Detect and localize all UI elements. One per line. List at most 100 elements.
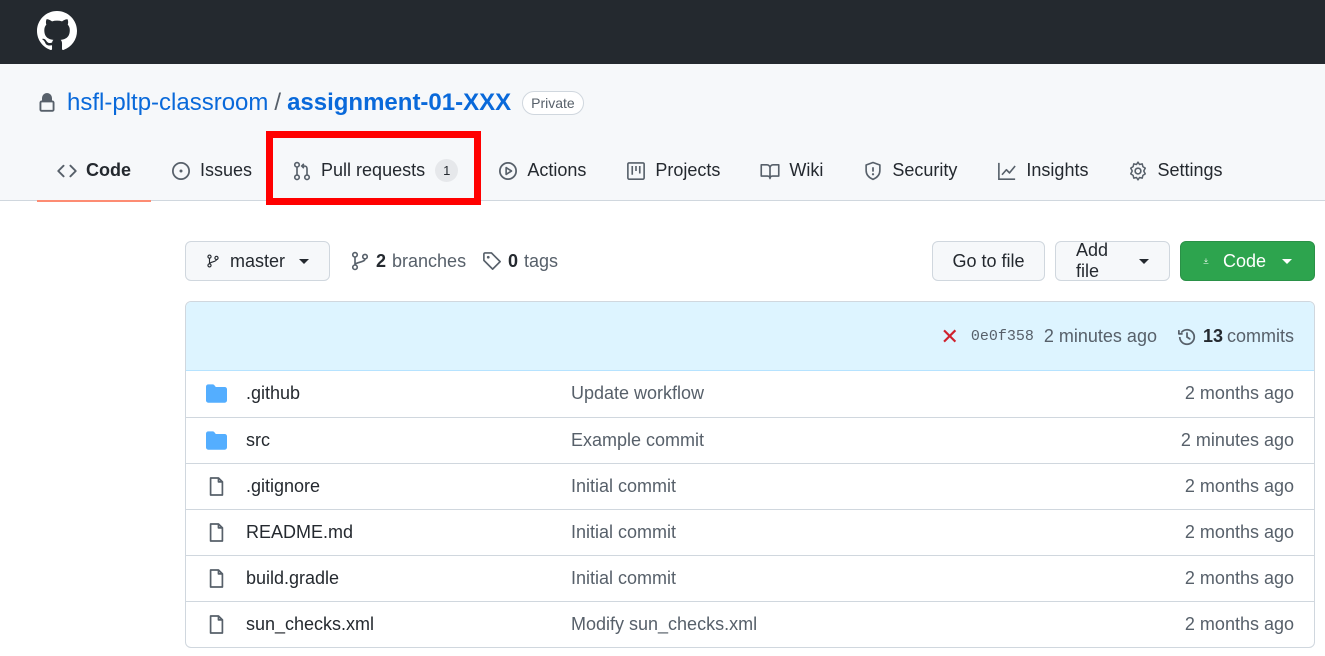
tab-code[interactable]: Code — [37, 140, 151, 202]
branch-name: master — [229, 250, 285, 271]
commit-age: 2 months ago — [1184, 522, 1294, 542]
file-name-link[interactable]: README.md — [246, 522, 353, 543]
ci-failed-x-icon[interactable]: ✕ — [940, 324, 958, 350]
code-download-button[interactable]: Code — [1180, 241, 1315, 281]
table-icon — [627, 161, 646, 180]
tags-link[interactable]: 0 tags — [482, 241, 558, 281]
file-icon — [209, 477, 224, 496]
visibility-badge: Private — [522, 91, 584, 115]
commit-age: 2 months ago — [1184, 568, 1294, 588]
tab-wiki[interactable]: Wiki — [740, 140, 843, 201]
history-icon — [1177, 328, 1196, 345]
lock-icon — [39, 93, 55, 112]
file-name-link[interactable]: src — [246, 430, 270, 451]
commits-label: commits — [1227, 326, 1294, 346]
file-row: .github Update workflow 2 months ago — [186, 371, 1314, 417]
tab-settings[interactable]: Settings — [1108, 140, 1242, 201]
file-icon — [209, 615, 224, 634]
commit-message-link[interactable]: Initial commit — [571, 476, 676, 497]
repo-title: hsfl-pltp-classroom / assignment-01-XXX … — [37, 88, 584, 118]
gear-icon — [1130, 160, 1147, 181]
tag-icon — [483, 252, 501, 270]
play-icon — [499, 161, 518, 180]
tab-label: Wiki — [789, 160, 824, 180]
tags-label: tags — [524, 250, 559, 271]
commits-count: 13 — [1202, 326, 1223, 346]
tab-label: Code — [86, 160, 131, 180]
shield-icon — [865, 161, 882, 180]
global-header — [0, 0, 1325, 64]
tab-label: Pull requests — [321, 160, 426, 180]
file-row: build.gradle Initial commit 2 months ago — [186, 555, 1314, 601]
tab-label: Insights — [1026, 160, 1089, 180]
commit-age: 2 months ago — [1184, 383, 1294, 403]
issue-opened-icon — [172, 161, 190, 180]
tab-security[interactable]: Security — [843, 140, 977, 201]
commit-message-link[interactable]: Example commit — [571, 430, 704, 451]
commit-message-link[interactable]: Initial commit — [571, 522, 676, 543]
file-icon — [209, 569, 224, 588]
repo-owner-link[interactable]: hsfl-pltp-classroom — [67, 89, 268, 117]
tab-actions[interactable]: Actions — [478, 140, 606, 201]
tab-label: Settings — [1157, 160, 1223, 180]
commits-history-link[interactable]: 13 commits — [1177, 326, 1294, 347]
file-icon — [209, 523, 224, 542]
commit-age: 2 months ago — [1184, 476, 1294, 496]
repo-toolbar: master 2 branches 0 tags Go to file Add … — [185, 240, 1315, 281]
branches-label: branches — [392, 250, 467, 271]
folder-icon — [206, 431, 227, 450]
file-name-link[interactable]: .gitignore — [246, 476, 320, 497]
go-to-file-label: Go to file — [952, 250, 1025, 271]
repo-name-link[interactable]: assignment-01-XXX — [287, 89, 511, 117]
graph-icon — [998, 162, 1017, 180]
file-list: .github Update workflow 2 months ago src… — [186, 371, 1314, 647]
tab-label: Issues — [200, 160, 253, 180]
tags-count: 0 — [508, 250, 519, 271]
file-browser: ✕ 0e0f358 2 minutes ago 13 commits .gith… — [185, 301, 1315, 648]
add-file-button[interactable]: Add file — [1055, 240, 1170, 281]
download-icon — [1203, 258, 1209, 264]
repository-header: hsfl-pltp-classroom / assignment-01-XXX … — [0, 64, 1325, 202]
commit-message-link[interactable]: Update workflow — [571, 383, 704, 404]
tab-label: Projects — [655, 160, 721, 180]
folder-icon — [206, 384, 227, 403]
tab-label: Security — [892, 160, 958, 180]
tab-pull-requests[interactable]: Pull requests 1 — [272, 140, 478, 201]
commit-sha-link[interactable]: 0e0f358 — [971, 328, 1034, 345]
go-to-file-button[interactable]: Go to file — [932, 241, 1045, 281]
github-mark-icon[interactable] — [37, 11, 77, 51]
commit-age: 2 minutes ago — [1180, 430, 1294, 450]
file-row: README.md Initial commit 2 months ago — [186, 509, 1314, 555]
chevron-down-icon — [1282, 258, 1292, 264]
file-row: src Example commit 2 minutes ago — [186, 417, 1314, 463]
latest-commit-bar: ✕ 0e0f358 2 minutes ago 13 commits — [186, 302, 1314, 371]
commit-message-link[interactable]: Modify sun_checks.xml — [571, 614, 757, 635]
branch-select-button[interactable]: master — [185, 241, 330, 281]
git-branch-icon — [351, 251, 369, 271]
pull-requests-count-badge: 1 — [435, 159, 459, 182]
book-icon — [760, 163, 780, 179]
branches-link[interactable]: 2 branches — [350, 241, 466, 281]
tab-label: Actions — [527, 160, 587, 180]
file-row: .gitignore Initial commit 2 months ago — [186, 463, 1314, 509]
chevron-down-icon — [299, 258, 309, 264]
file-name-link[interactable]: .github — [246, 383, 300, 404]
git-pull-request-icon — [293, 161, 311, 180]
git-branch-icon — [207, 254, 219, 268]
repo-nav-tabs: Code Issues Pull requests 1 Actions Proj… — [37, 140, 1243, 202]
add-file-label: Add file — [1076, 240, 1109, 281]
code-button-label: Code — [1222, 250, 1266, 271]
path-separator: / — [274, 89, 282, 116]
tab-insights[interactable]: Insights — [977, 140, 1108, 201]
file-name-link[interactable]: sun_checks.xml — [246, 614, 374, 635]
code-icon — [57, 164, 77, 177]
branches-count: 2 — [376, 250, 387, 271]
chevron-down-icon — [1139, 258, 1149, 264]
file-name-link[interactable]: build.gradle — [246, 568, 339, 589]
tab-projects[interactable]: Projects — [606, 140, 740, 201]
commit-time: 2 minutes ago — [1043, 326, 1157, 346]
commit-age: 2 months ago — [1184, 614, 1294, 634]
commit-message-link[interactable]: Initial commit — [571, 568, 676, 589]
tab-issues[interactable]: Issues — [151, 140, 272, 201]
file-row: sun_checks.xml Modify sun_checks.xml 2 m… — [186, 601, 1314, 647]
